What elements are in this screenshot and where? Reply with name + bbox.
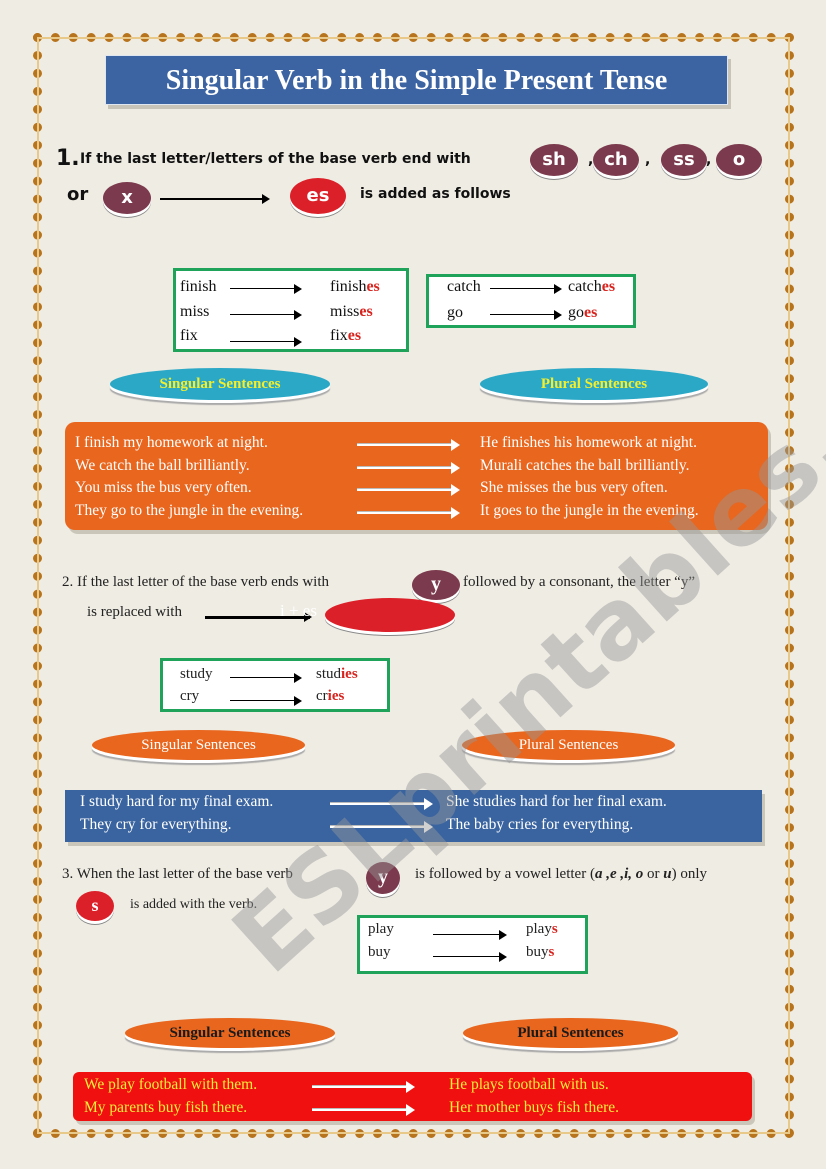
plural-sentence: Her mother buys fish there. bbox=[449, 1099, 620, 1116]
base-verb: play bbox=[368, 921, 394, 937]
section2-text: 2. If the last letter of the base verb e… bbox=[62, 574, 329, 590]
singular-sentence: I finish my homework at night. bbox=[75, 434, 268, 451]
singular-sentence: You miss the bus very often. bbox=[75, 479, 252, 496]
ending-o-badge: o bbox=[716, 144, 762, 176]
section1-tail-text: is added as follows bbox=[360, 186, 511, 202]
plural-sentences-label: Plural Sentences bbox=[462, 730, 675, 760]
page-title: Singular Verb in the Simple Present Tens… bbox=[105, 55, 728, 105]
worksheet-page: Singular Verb in the Simple Present Tens… bbox=[0, 0, 826, 1169]
singular-sentences-label: Singular Sentences bbox=[92, 730, 305, 760]
plural-sentence: Murali catches the ball brilliantly. bbox=[480, 457, 690, 474]
arrow-icon bbox=[330, 798, 433, 810]
suffix-s-badge: s bbox=[76, 891, 114, 921]
verb-plural: misses bbox=[330, 303, 373, 320]
plural-sentence: She misses the bus very often. bbox=[480, 479, 668, 496]
ending-x-badge: x bbox=[103, 182, 151, 214]
plural-sentence: The baby cries for everything. bbox=[446, 816, 634, 833]
arrow-icon bbox=[357, 484, 460, 496]
base-verb: cry bbox=[180, 688, 200, 704]
verb-plural: buys bbox=[526, 944, 555, 960]
ending-ch-badge: ch bbox=[593, 144, 639, 176]
arrow-icon bbox=[357, 507, 460, 519]
comma: , bbox=[706, 152, 712, 168]
replacement-text: i + es bbox=[280, 601, 317, 620]
arrow-icon bbox=[230, 310, 302, 320]
base-verb: study bbox=[180, 666, 213, 682]
base-verb: catch bbox=[447, 278, 481, 295]
singular-sentence: They go to the jungle in the evening. bbox=[75, 502, 304, 519]
arrow-icon bbox=[433, 952, 507, 962]
arrow-icon bbox=[230, 337, 302, 347]
comma: , bbox=[645, 152, 651, 168]
singular-sentence: We play football with them. bbox=[84, 1076, 258, 1093]
letter-y-badge: y bbox=[366, 862, 400, 894]
plural-sentence: She studies hard for her final exam. bbox=[446, 793, 667, 810]
plural-sentence: He finishes his homework at night. bbox=[480, 434, 697, 451]
arrow-icon bbox=[357, 439, 460, 451]
arrow-icon bbox=[312, 1104, 415, 1116]
section1-text: If the last letter/letters of the base v… bbox=[80, 151, 471, 167]
verb-plural: plays bbox=[526, 921, 558, 937]
singular-sentences-label: Singular Sentences bbox=[110, 368, 330, 400]
arrow-icon bbox=[230, 696, 302, 706]
base-verb: fix bbox=[180, 327, 198, 344]
ending-ss-badge: ss bbox=[661, 144, 707, 176]
section2-line2: is replaced with bbox=[87, 604, 182, 620]
base-verb: finish bbox=[180, 278, 217, 295]
letter-y-badge: y bbox=[412, 570, 460, 600]
arrow-icon bbox=[490, 310, 562, 320]
arrow-icon bbox=[330, 821, 433, 833]
suffix-es-badge: es bbox=[290, 178, 346, 214]
verb-plural: cries bbox=[316, 688, 345, 704]
singular-sentence: I study hard for my final exam. bbox=[80, 793, 274, 810]
plural-sentence: He plays football with us. bbox=[449, 1076, 609, 1093]
base-verb: go bbox=[447, 304, 463, 321]
arrow-icon bbox=[160, 194, 270, 204]
singular-sentence: We catch the ball brilliantly. bbox=[75, 457, 250, 474]
plural-sentence: It goes to the jungle in the evening. bbox=[480, 502, 699, 519]
singular-sentence: My parents buy fish there. bbox=[84, 1099, 248, 1116]
singular-sentence: They cry for everything. bbox=[80, 816, 232, 833]
verb-plural: studies bbox=[316, 666, 358, 682]
arrow-icon bbox=[312, 1081, 415, 1093]
replacement-badge bbox=[325, 598, 455, 632]
base-verb: buy bbox=[368, 944, 391, 960]
arrow-icon bbox=[230, 284, 302, 294]
singular-sentences-label: Singular Sentences bbox=[125, 1018, 335, 1048]
verb-plural: catches bbox=[568, 278, 616, 295]
arrow-icon bbox=[230, 673, 302, 683]
arrow-icon bbox=[357, 462, 460, 474]
section-number: 1. bbox=[56, 146, 80, 171]
verb-plural: goes bbox=[568, 304, 598, 321]
base-verb: miss bbox=[180, 303, 210, 320]
section2-text-cont: followed by a consonant, the letter “y” bbox=[463, 574, 696, 590]
section3-text: 3. When the last letter of the base verb bbox=[62, 866, 293, 882]
arrow-icon bbox=[490, 284, 562, 294]
section3-text-cont: is followed by a vowel letter (a ,e ,i, … bbox=[415, 866, 708, 882]
or-text: or bbox=[67, 184, 89, 205]
section3-line2: is added with the verb. bbox=[130, 897, 258, 912]
verb-plural: finishes bbox=[330, 278, 380, 295]
verb-plural: fixes bbox=[330, 327, 362, 344]
plural-sentences-label: Plural Sentences bbox=[480, 368, 708, 400]
plural-sentences-label: Plural Sentences bbox=[463, 1018, 678, 1048]
ending-sh-badge: sh bbox=[530, 144, 578, 176]
arrow-icon bbox=[433, 930, 507, 940]
